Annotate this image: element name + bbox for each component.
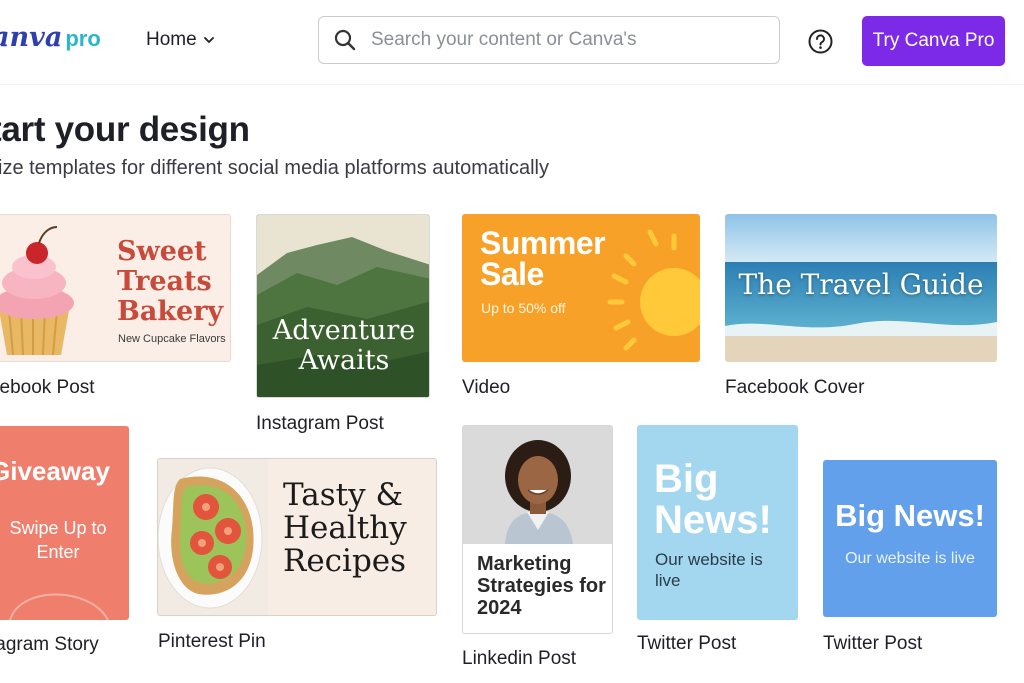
template-label-instagram-post[interactable]: Instagram Post (256, 413, 384, 435)
card-heading: Big News! (835, 498, 985, 533)
help-icon[interactable] (808, 29, 833, 54)
template-label-twitter-post[interactable]: Twitter Post (637, 633, 736, 655)
card-heading: Adventure Awaits (272, 315, 416, 376)
card-heading: Tasty & Healthy Recipes (283, 477, 407, 579)
page-subtitle: size templates for different social medi… (0, 157, 549, 179)
template-label-linkedin-post[interactable]: Linkedin Post (462, 648, 576, 670)
template-label-instagram-story[interactable]: tagram Story (0, 634, 99, 656)
template-card-instagram-story[interactable]: Giveaway Swipe Up to Enter (0, 426, 129, 620)
home-menu-button[interactable]: Home (146, 29, 215, 51)
card-heading: Big News! (654, 457, 772, 542)
template-card-pinterest-pin[interactable]: Tasty & Healthy Recipes (157, 458, 437, 616)
card-heading: Sweet Treats Bakery (117, 236, 224, 327)
top-bar: anvapro Home Try Canva Pro (0, 0, 1024, 85)
canva-pro-logo[interactable]: anvapro (0, 22, 101, 53)
arc-decoration (9, 593, 109, 620)
template-card-video[interactable]: Summer Sale Up to 50% off (462, 214, 700, 362)
card-subtext: Our website is live (845, 550, 975, 567)
portrait-photo (463, 426, 612, 544)
template-card-twitter-post-2[interactable]: Big News! Our website is live (823, 460, 997, 617)
card-subtext: New Cupcake Flavors (118, 333, 226, 345)
logo-pro-text: pro (65, 26, 101, 51)
page-title: tart your design (0, 110, 250, 149)
logo-text: anva (0, 22, 63, 53)
card-subtext: Up to 50% off (481, 300, 566, 316)
template-label-facebook-post[interactable]: cebook Post (0, 377, 95, 399)
search-bar[interactable] (318, 16, 780, 64)
portrait-icon (463, 426, 612, 544)
template-label-video[interactable]: Video (462, 377, 510, 399)
template-label-facebook-cover[interactable]: Facebook Cover (725, 377, 864, 399)
template-card-instagram-post[interactable]: Adventure Awaits (256, 214, 430, 398)
template-card-facebook-cover[interactable]: The Travel Guide (725, 214, 997, 362)
card-heading: Summer Sale (480, 225, 606, 292)
avocado-toast-icon (158, 459, 268, 615)
search-icon (334, 29, 356, 51)
search-input[interactable] (369, 28, 753, 52)
template-label-pinterest-pin[interactable]: Pinterest Pin (158, 631, 266, 653)
card-heading: The Travel Guide (738, 268, 984, 301)
template-card-twitter-post[interactable]: Big News! Our website is live (637, 425, 798, 620)
card-subtext: Our website is live (655, 550, 763, 590)
home-label: Home (146, 29, 197, 50)
template-card-facebook-post[interactable]: Sweet Treats Bakery New Cupcake Flavors (0, 214, 231, 362)
template-card-linkedin-post[interactable]: Marketing Strategies for 2024 (462, 425, 613, 634)
try-canva-pro-button[interactable]: Try Canva Pro (862, 16, 1005, 66)
template-label-twitter-post-2[interactable]: Twitter Post (823, 633, 922, 655)
card-heading: Marketing Strategies for 2024 (477, 553, 606, 619)
chevron-down-icon (203, 37, 214, 43)
cupcake-icon (0, 226, 74, 356)
